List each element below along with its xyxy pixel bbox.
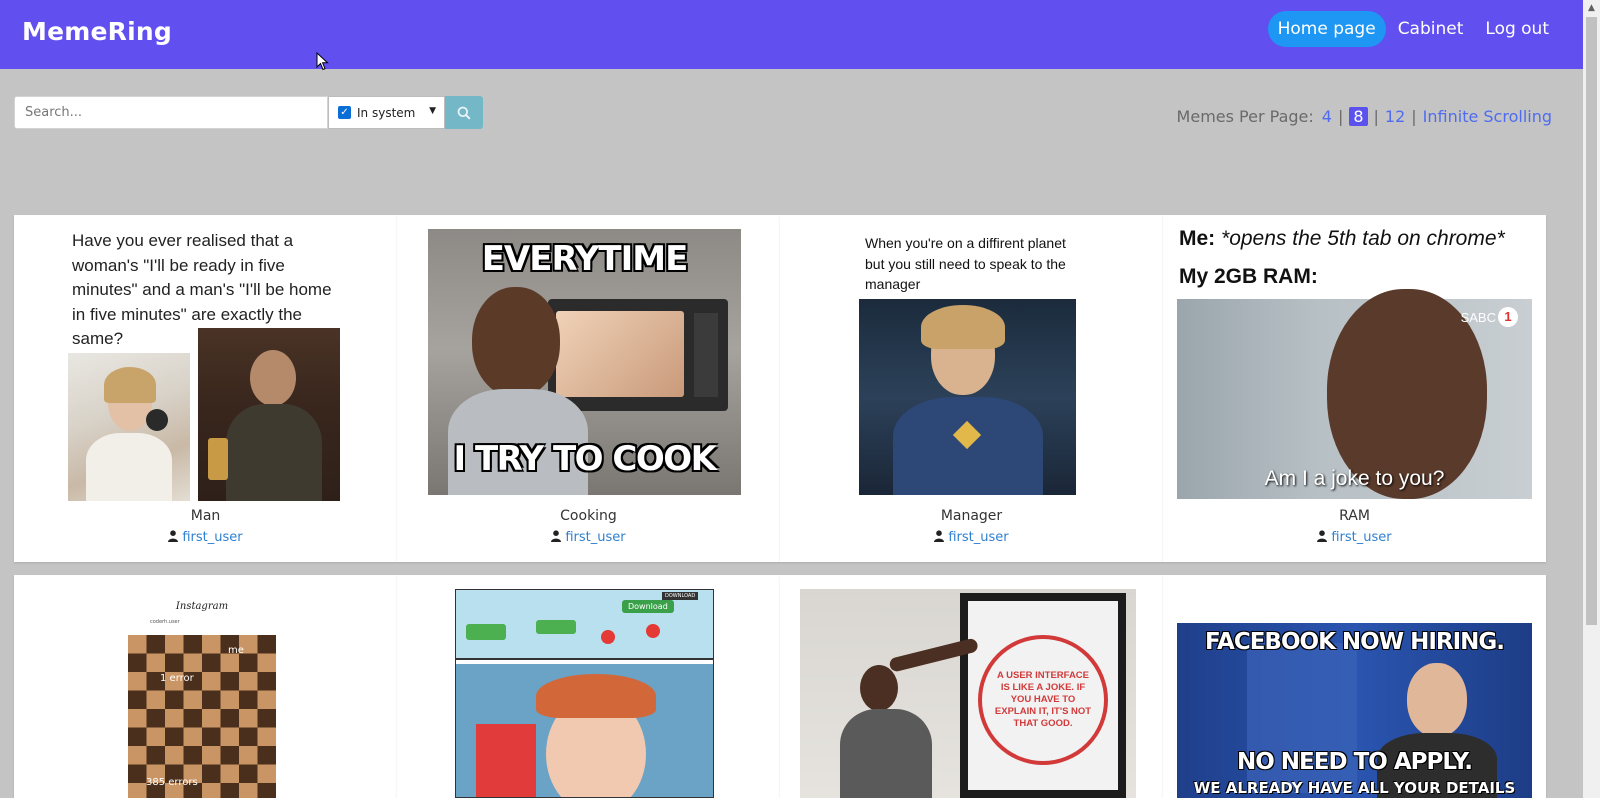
zuckerberg-photo — [1367, 663, 1507, 798]
search-icon — [457, 106, 471, 120]
comic-panel-top: Download DOWNLOAD — [456, 590, 713, 660]
meme-image[interactable]: Me: *opens the 5th tab on chrome* My 2GB… — [1177, 223, 1532, 499]
page-scrollbar[interactable]: ▲ — [1583, 0, 1600, 798]
separator: | — [1411, 107, 1417, 126]
author-link[interactable]: first_user — [948, 530, 1008, 545]
meme-author: first_user — [397, 530, 780, 545]
user-icon — [1317, 530, 1328, 542]
meme-image[interactable]: EVERYTIME I TRY TO COOK — [428, 229, 741, 495]
woman-photo — [68, 353, 190, 501]
per-page-label: Memes Per Page: — [1176, 107, 1314, 126]
meme-bottom-text-2: WE ALREADY HAVE ALL YOUR DETAILS — [1193, 779, 1516, 797]
separator: | — [1373, 107, 1379, 126]
download-small-label: DOWNLOAD — [662, 592, 699, 600]
meme-author: first_user — [14, 530, 397, 545]
instagram-user: coderh.user — [150, 619, 180, 625]
chess-label-error: 1 error — [160, 673, 194, 684]
meme-image[interactable]: Instagram coderh.user me 1 error 385 err… — [128, 589, 276, 798]
scroll-thumb[interactable] — [1586, 17, 1597, 625]
poster-frame: A USER INTERFACE IS LIKE A JOKE. IF YOU … — [960, 593, 1126, 798]
meme-subtitle: Am I a joke to you? — [1264, 467, 1445, 490]
meme-title: Man — [190, 508, 221, 524]
poster-text: A USER INTERFACE IS LIKE A JOKE. IF YOU … — [994, 670, 1092, 729]
infinite-scrolling-link[interactable]: Infinite Scrolling — [1423, 107, 1552, 126]
search-filter-select[interactable]: ✓ In system ▼ — [328, 96, 445, 129]
author-link[interactable]: first_user — [565, 530, 625, 545]
download-button-label: Download — [622, 600, 674, 613]
meme-line1: Me: *opens the 5th tab on chrome* — [1179, 227, 1505, 251]
brand-logo[interactable]: MemeRing — [22, 17, 172, 46]
meme-title: Manager — [940, 508, 1003, 524]
meme-line1-text: *opens the 5th tab on chrome* — [1221, 227, 1505, 250]
per-page-option-8[interactable]: 8 — [1349, 107, 1368, 126]
meme-image[interactable]: FACEBOOK NOW HIRING. NO NEED TO APPLY. W… — [1177, 623, 1532, 798]
meme-card[interactable]: When you're on a diffirent planet but yo… — [780, 215, 1163, 562]
user-icon — [551, 530, 562, 542]
meme-card[interactable]: Have you ever realised that a woman's "I… — [14, 215, 397, 562]
meme-card[interactable]: Me: *opens the 5th tab on chrome* My 2GB… — [1163, 215, 1546, 562]
meme-card[interactable]: FACEBOOK NOW HIRING. NO NEED TO APPLY. W… — [1163, 575, 1546, 798]
chessboard: me 1 error 385 errors — [128, 635, 276, 798]
man-photo — [198, 328, 340, 501]
nav-links: Home page Cabinet Log out — [1266, 11, 1559, 47]
caret-down-icon: ▼ — [429, 106, 436, 116]
meme-bottom-text: NO NEED TO APPLY. — [1236, 749, 1473, 775]
meme-card[interactable]: Instagram coderh.user me 1 error 385 err… — [14, 575, 397, 798]
channel-logo: SABC 1 — [1461, 307, 1518, 327]
comic-panel-bottom — [456, 664, 713, 797]
meme-image[interactable]: Have you ever realised that a woman's "I… — [68, 225, 340, 501]
user-icon — [934, 530, 945, 542]
meme-card[interactable]: EVERYTIME I TRY TO COOK Cooking first_us… — [397, 215, 780, 562]
meme-image[interactable]: A USER INTERFACE IS LIKE A JOKE. IF YOU … — [800, 589, 1136, 798]
mouse-cursor-icon — [316, 52, 329, 71]
chess-label-errors: 385 errors — [146, 777, 198, 788]
meme-title: RAM — [1339, 508, 1370, 524]
search-input[interactable] — [14, 96, 328, 129]
memes-per-page: Memes Per Page: 4 | 8 | 12 | Infinite Sc… — [1177, 107, 1552, 126]
author-link[interactable]: first_user — [1331, 530, 1391, 545]
search-button[interactable] — [445, 96, 483, 129]
man-pointing — [840, 637, 980, 798]
scroll-up-arrow-icon[interactable]: ▲ — [1583, 0, 1600, 17]
captain-photo — [859, 299, 1076, 495]
search-filter-label: In system — [357, 105, 416, 120]
per-page-option-4[interactable]: 4 — [1322, 107, 1332, 126]
top-navbar: MemeRing Home page Cabinet Log out — [0, 0, 1583, 69]
meme-card[interactable]: A USER INTERFACE IS LIKE A JOKE. IF YOU … — [780, 575, 1163, 798]
meme-line2: My 2GB RAM: — [1179, 265, 1318, 288]
nav-cabinet-link[interactable]: Cabinet — [1388, 11, 1474, 47]
meme-caption: When you're on a diffirent planet but yo… — [865, 235, 1066, 292]
meme-image[interactable]: Download DOWNLOAD — [455, 589, 714, 798]
man-closeup-photo: SABC 1 Am I a joke to you? — [1177, 289, 1532, 499]
checkbox-checked-icon[interactable]: ✓ — [338, 106, 351, 119]
meme-bottom-text: I TRY TO COOK — [453, 439, 718, 479]
nav-logout-link[interactable]: Log out — [1475, 11, 1559, 47]
meme-author: first_user — [780, 530, 1163, 545]
meme-title: Cooking — [560, 508, 617, 524]
nav-home-link[interactable]: Home page — [1267, 11, 1386, 47]
meme-image[interactable]: When you're on a diffirent planet but yo… — [859, 229, 1076, 495]
meme-card[interactable]: Download DOWNLOAD — [397, 575, 780, 798]
instagram-header: Instagram — [175, 601, 229, 612]
separator: | — [1337, 107, 1344, 126]
poster-circle: A USER INTERFACE IS LIKE A JOKE. IF YOU … — [978, 635, 1108, 765]
author-link[interactable]: first_user — [182, 530, 242, 545]
meme-top-text: FACEBOOK NOW HIRING. — [1204, 629, 1505, 655]
meme-line1-label: Me: — [1179, 227, 1216, 250]
per-page-option-12[interactable]: 12 — [1385, 107, 1405, 126]
user-icon — [168, 530, 179, 542]
chess-label-me: me — [228, 645, 244, 656]
meme-author: first_user — [1163, 530, 1546, 545]
meme-top-text: EVERYTIME — [481, 239, 689, 279]
